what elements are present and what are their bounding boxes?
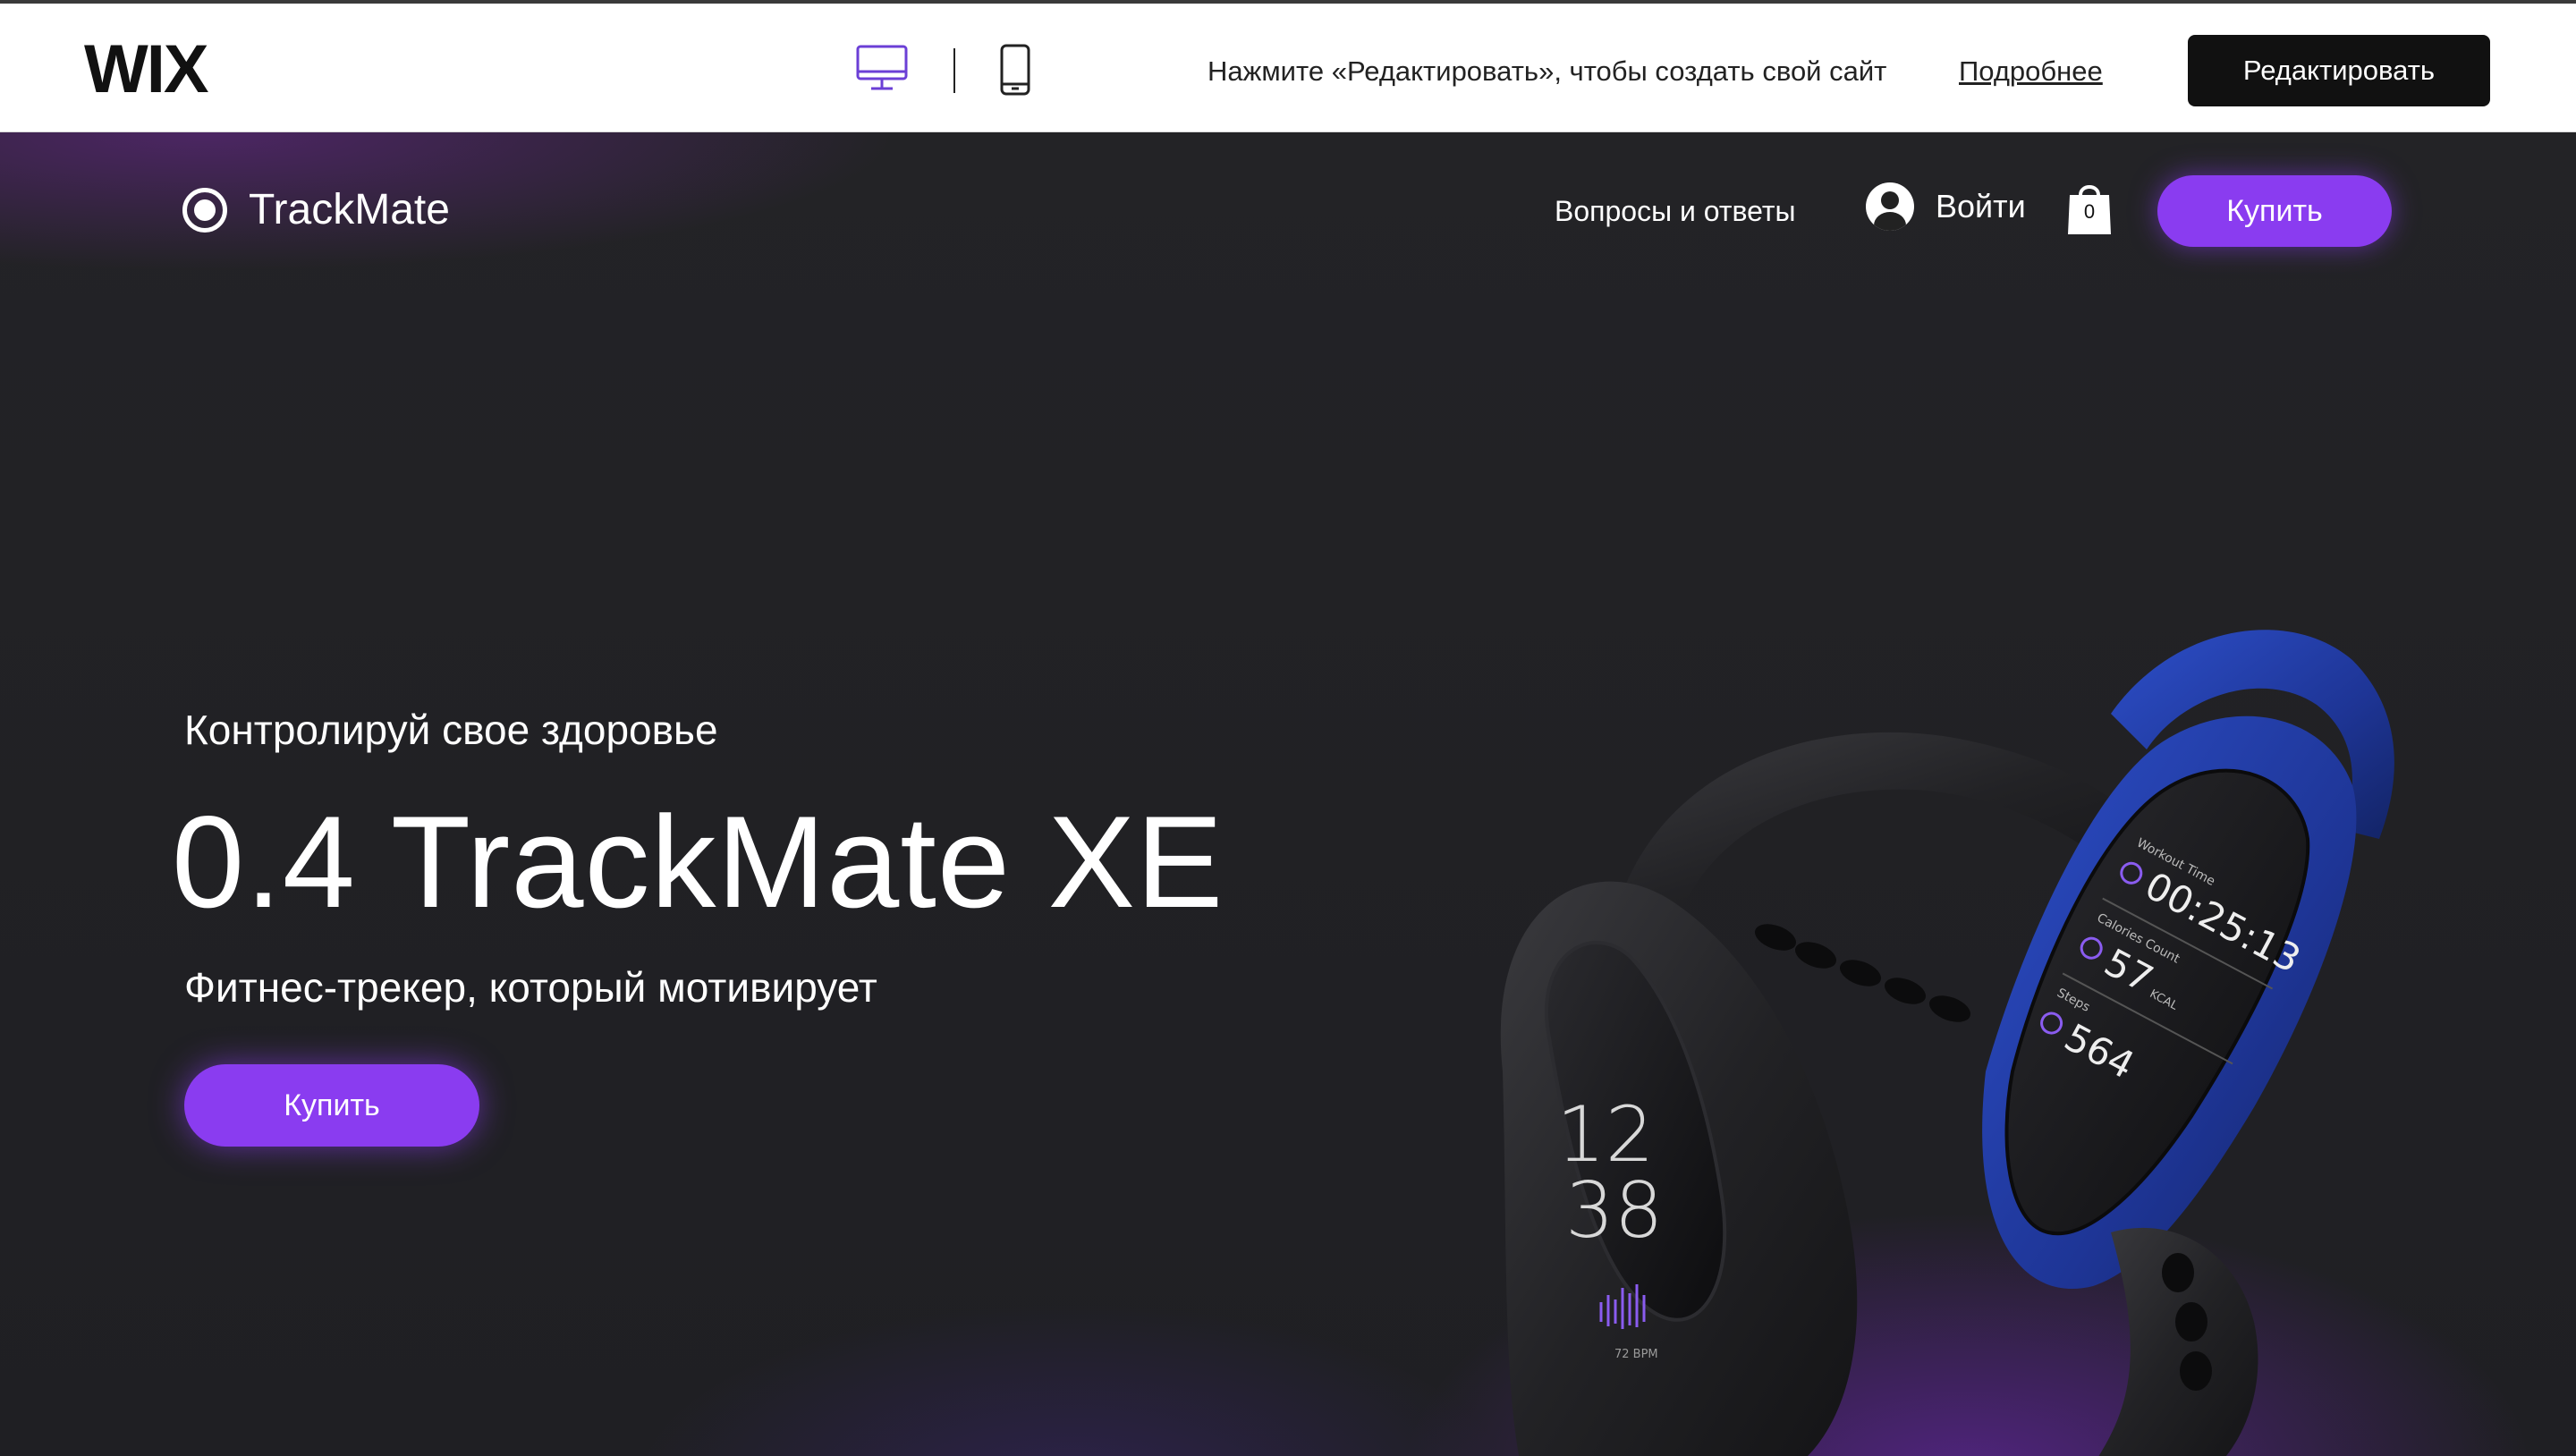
- edit-button[interactable]: Редактировать: [2188, 35, 2490, 106]
- login-label: Войти: [1936, 188, 2026, 224]
- cart-count: 0: [2083, 200, 2096, 223]
- hero-title: 0.4 TrackMate XE: [172, 789, 1224, 935]
- view-divider: [953, 48, 955, 93]
- product-image: 12 38 72 BPM Workout Time 00:25:13 Calor…: [1467, 606, 2522, 1456]
- wix-editor-bar: WIX Нажмите «Редактировать», чтобы созда…: [0, 0, 2576, 132]
- learn-more-link[interactable]: Подробнее: [1959, 55, 2103, 88]
- header-buy-button[interactable]: Купить: [2157, 175, 2392, 247]
- brand[interactable]: TrackMate: [182, 186, 450, 234]
- nav-faq-link[interactable]: Вопросы и ответы: [1555, 195, 1796, 227]
- edit-hint-text: Нажмите «Редактировать», чтобы создать с…: [1208, 55, 1887, 87]
- site-page: TrackMate Вопросы и ответы Войти 0 Купит…: [0, 132, 2576, 1456]
- user-avatar-icon: [1866, 182, 1914, 231]
- hero-subtitle: Контролируй свое здоровье: [184, 707, 718, 753]
- hero-description: Фитнес-трекер, который мотивирует: [184, 964, 877, 1011]
- black-band-bpm: 72 BPM: [1614, 1348, 1658, 1361]
- login-button[interactable]: Войти: [1866, 182, 2026, 231]
- wix-logo: WIX: [84, 31, 209, 107]
- brand-logo-icon: [182, 188, 227, 233]
- brand-name: TrackMate: [249, 186, 450, 233]
- mobile-view-icon[interactable]: [998, 43, 1034, 101]
- black-band-minute: 38: [1565, 1166, 1663, 1256]
- hero-buy-button[interactable]: Купить: [184, 1064, 479, 1147]
- desktop-view-icon[interactable]: [855, 43, 909, 101]
- cart-icon[interactable]: 0: [2066, 179, 2113, 236]
